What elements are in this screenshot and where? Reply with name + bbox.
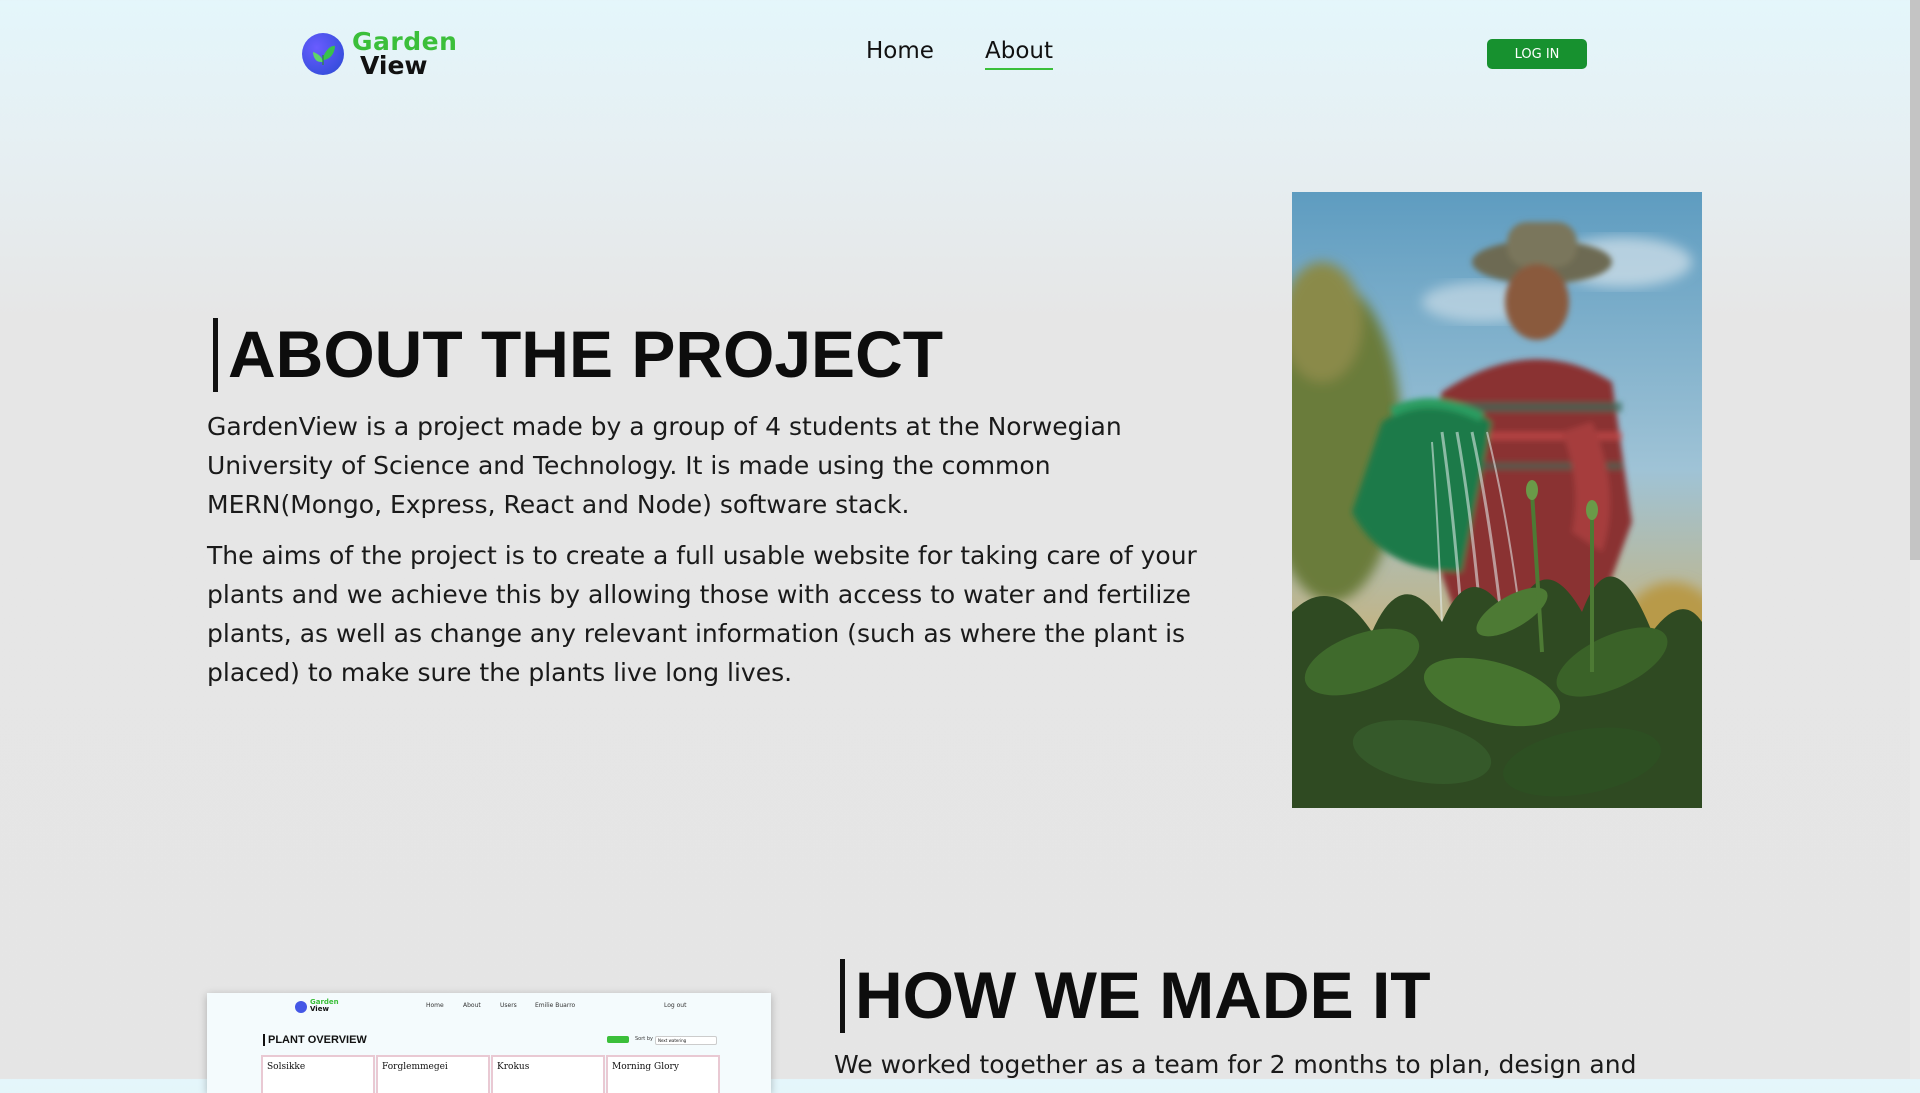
preview-plant-name: Solsikke	[267, 1062, 306, 1072]
preview-plant-name: Forglemmegei	[382, 1062, 448, 1072]
how-title: HOW WE MADE IT	[855, 958, 1431, 1032]
preview-plant-card: Forglemmegei	[376, 1055, 490, 1093]
preview-green-button	[607, 1036, 629, 1043]
gardener-watering-photo	[1292, 192, 1702, 808]
login-button[interactable]: LOG IN	[1487, 39, 1587, 69]
preview-plant-card: Morning Glory	[606, 1055, 720, 1093]
leaf-icon	[302, 33, 344, 75]
preview-leaf-icon	[295, 1001, 307, 1013]
about-title-bar	[213, 318, 218, 392]
preview-plant-name: Morning Glory	[612, 1062, 679, 1072]
nav-home-link[interactable]: Home	[866, 38, 934, 64]
preview-plant-name: Krokus	[497, 1062, 530, 1072]
preview-sort-select: Next watering	[655, 1036, 717, 1045]
preview-nav-home: Home	[426, 1002, 444, 1009]
preview-nav-about: About	[463, 1002, 481, 1009]
preview-nav-logout: Log out	[664, 1002, 687, 1009]
preview-logo-text: Garden View	[310, 999, 339, 1013]
preview-sort-label: Sort by	[635, 1036, 653, 1042]
logo-text: Garden View	[352, 29, 457, 80]
about-title: ABOUT THE PROJECT	[228, 317, 944, 391]
about-paragraph-2: The aims of the project is to create a f…	[207, 541, 1197, 687]
preview-plant-card: Solsikke	[261, 1055, 375, 1093]
nav-about-link[interactable]: About	[985, 38, 1054, 70]
logo-text-view: View	[360, 51, 428, 80]
about-paragraph-1: GardenView is a project made by a group …	[207, 412, 1122, 519]
page-scrollbar[interactable]	[1910, 0, 1920, 1079]
how-paragraph: We worked together as a team for 2 month…	[834, 1050, 1637, 1079]
preview-title: PLANT OVERVIEW	[263, 1034, 367, 1046]
scrollbar-thumb[interactable]	[1910, 0, 1920, 560]
preview-plant-card: Krokus	[491, 1055, 605, 1093]
site-header: Garden View Home About LOG IN	[0, 0, 1910, 110]
preview-logo-view: View	[310, 1005, 329, 1013]
preview-nav-users: Users	[500, 1002, 517, 1009]
preview-nav-user: Emilie Buarro	[535, 1002, 576, 1009]
how-title-bar	[840, 959, 845, 1033]
app-screenshot-preview: Garden View Home About Users Emilie Buar…	[207, 993, 771, 1093]
logo[interactable]: Garden View	[302, 29, 457, 80]
